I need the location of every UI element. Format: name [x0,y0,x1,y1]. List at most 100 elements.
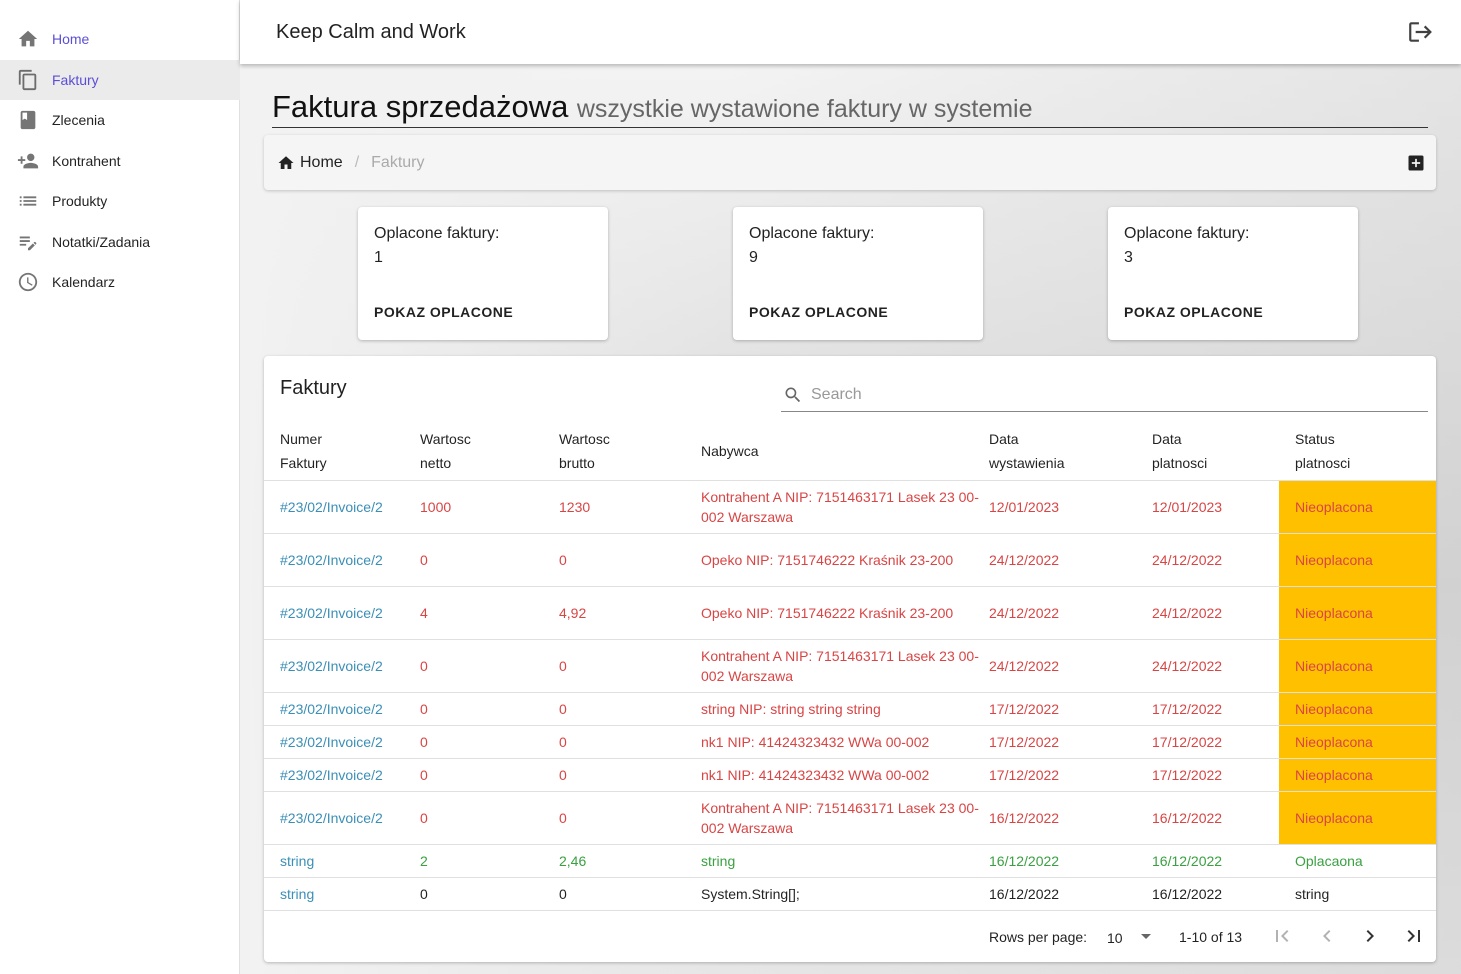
home-icon [16,27,40,51]
cell-brutto: 0 [559,758,701,792]
invoice-number-link[interactable]: #23/02/Invoice/2 [264,480,420,534]
cell-brutto: 0 [559,725,701,759]
column-header-brutto[interactable]: Wartosc brutto [559,423,701,481]
column-header-numer[interactable]: Numer Faktury [264,423,420,481]
invoice-number-link[interactable]: #23/02/Invoice/2 [264,639,420,693]
cell-data-wystawienia: 16/12/2022 [989,877,1152,911]
first-page-icon[interactable] [1268,922,1296,950]
search-input[interactable] [811,382,1411,408]
sidebar-item-label: Home [52,31,90,48]
cell-nabywca: string NIP: string string string [701,692,989,726]
cell-brutto: 1230 [559,480,701,534]
cell-nabywca: nk1 NIP: 41424323432 WWa 00-002 [701,725,989,759]
show-paid-button[interactable]: POKAZ OPLACONE [1124,304,1263,320]
sidebar-item-notatki[interactable]: Notatki/Zadania [0,222,240,263]
invoices-table-card: Faktury NumerFaktury Wartoscnetto Wartos… [264,356,1436,962]
column-header-status[interactable]: Status platnosci [1279,423,1436,481]
status-badge: Nieoplacona [1279,586,1436,640]
breadcrumb-home-link[interactable]: Home [300,154,343,172]
rows-per-page-value: 10 [1107,930,1123,946]
main-content: Keep Calm and Work Faktura sprzedażowa w… [240,0,1461,974]
next-page-icon[interactable] [1356,922,1384,950]
cell-brutto: 4,92 [559,586,701,640]
sidebar-item-home[interactable]: Home [0,19,240,60]
page-subtitle: wszystkie wystawione faktury w systemie [576,95,1033,123]
cell-data-wystawienia: 17/12/2022 [989,758,1152,792]
invoice-number-link[interactable]: string [264,877,420,911]
sidebar-item-produkty[interactable]: Produkty [0,181,240,222]
table-row[interactable]: #23/02/Invoice/2 0 0 string NIP: string … [264,692,1436,726]
cell-netto: 0 [420,692,559,726]
table-row[interactable]: #23/02/Invoice/2 0 0 Kontrahent A NIP: 7… [264,639,1436,693]
last-page-icon[interactable] [1400,922,1428,950]
cell-brutto: 0 [559,877,701,911]
invoice-number-link[interactable]: #23/02/Invoice/2 [264,758,420,792]
cell-data-platnosci: 16/12/2022 [1152,844,1279,878]
table-row[interactable]: #23/02/Invoice/2 0 0 nk1 NIP: 4142432343… [264,758,1436,792]
column-header-data-wystawienia[interactable]: Data wystawienia [989,423,1152,481]
invoice-number-link[interactable]: string [264,844,420,878]
cell-netto: 0 [420,791,559,845]
stat-card: Oplacone faktury: 3 POKAZ OPLACONE [1108,207,1358,340]
cell-data-wystawienia: 16/12/2022 [989,844,1152,878]
cell-data-wystawienia: 16/12/2022 [989,791,1152,845]
cell-nabywca: Kontrahent A NIP: 7151463171 Lasek 23 00… [701,791,989,845]
status-badge: Oplacaona [1279,844,1436,878]
cell-brutto: 2,46 [559,844,701,878]
status-badge: Nieoplacona [1279,791,1436,845]
table-row[interactable]: string 2 2,46 string 16/12/2022 16/12/20… [264,844,1436,878]
show-paid-button[interactable]: POKAZ OPLACONE [749,304,888,320]
cell-netto: 0 [420,758,559,792]
cell-data-platnosci: 12/01/2023 [1152,480,1279,534]
status-badge: Nieoplacona [1279,639,1436,693]
column-header-nabywca[interactable]: Nabywca [701,423,989,481]
table-row[interactable]: #23/02/Invoice/2 0 0 Opeko NIP: 71517462… [264,533,1436,587]
cell-data-platnosci: 16/12/2022 [1152,877,1279,911]
page-heading: Faktura sprzedażowa wszystkie wystawione… [272,89,1428,128]
status-badge: Nieoplacona [1279,692,1436,726]
previous-page-icon[interactable] [1313,922,1341,950]
table-row[interactable]: #23/02/Invoice/2 0 0 Kontrahent A NIP: 7… [264,791,1436,845]
cell-data-wystawienia: 24/12/2022 [989,586,1152,640]
rows-per-page-label: Rows per page: [989,929,1088,945]
cell-netto: 0 [420,877,559,911]
invoice-number-link[interactable]: #23/02/Invoice/2 [264,725,420,759]
rows-per-page-select[interactable]: 10 [1107,929,1157,949]
logout-icon[interactable] [1407,19,1433,45]
table-row[interactable]: #23/02/Invoice/2 0 0 nk1 NIP: 4142432343… [264,725,1436,759]
invoice-number-link[interactable]: #23/02/Invoice/2 [264,791,420,845]
sidebar-item-faktury[interactable]: Faktury [0,59,240,100]
person-add-icon [16,149,40,173]
sidebar-item-label: Produkty [52,193,108,210]
cell-netto: 1000 [420,480,559,534]
page-range-label: 1-10 of 13 [1179,929,1243,945]
cell-brutto: 0 [559,791,701,845]
home-icon[interactable] [277,154,295,172]
cell-data-wystawienia: 24/12/2022 [989,639,1152,693]
invoice-number-link[interactable]: #23/02/Invoice/2 [264,586,420,640]
sidebar: Home Faktury Zlecenia Kontrahent Produkt… [0,0,240,974]
sidebar-item-kontrahent[interactable]: Kontrahent [0,141,240,182]
cell-data-platnosci: 24/12/2022 [1152,533,1279,587]
sidebar-item-zlecenia[interactable]: Zlecenia [0,100,240,141]
table-row[interactable]: string 0 0 System.String[]; 16/12/2022 1… [264,877,1436,911]
table-row[interactable]: #23/02/Invoice/2 1000 1230 Kontrahent A … [264,480,1436,534]
sidebar-item-kalendarz[interactable]: Kalendarz [0,262,240,303]
cell-brutto: 0 [559,692,701,726]
cell-nabywca: System.String[]; [701,877,989,911]
invoice-number-link[interactable]: #23/02/Invoice/2 [264,692,420,726]
cell-brutto: 0 [559,533,701,587]
cell-nabywca: Opeko NIP: 7151746222 Kraśnik 23-200 [701,586,989,640]
add-box-icon[interactable] [1406,153,1426,173]
column-header-data-platnosci[interactable]: Data platnosci [1152,423,1279,481]
cell-data-platnosci: 17/12/2022 [1152,692,1279,726]
show-paid-button[interactable]: POKAZ OPLACONE [374,304,513,320]
cell-data-wystawienia: 12/01/2023 [989,480,1152,534]
table-row[interactable]: #23/02/Invoice/2 4 4,92 Opeko NIP: 71517… [264,586,1436,640]
column-header-netto[interactable]: Wartosc netto [420,423,559,481]
invoice-number-link[interactable]: #23/02/Invoice/2 [264,533,420,587]
cell-netto: 0 [420,533,559,587]
book-icon [16,108,40,132]
table-title: Faktury [280,377,347,399]
cell-netto: 0 [420,639,559,693]
